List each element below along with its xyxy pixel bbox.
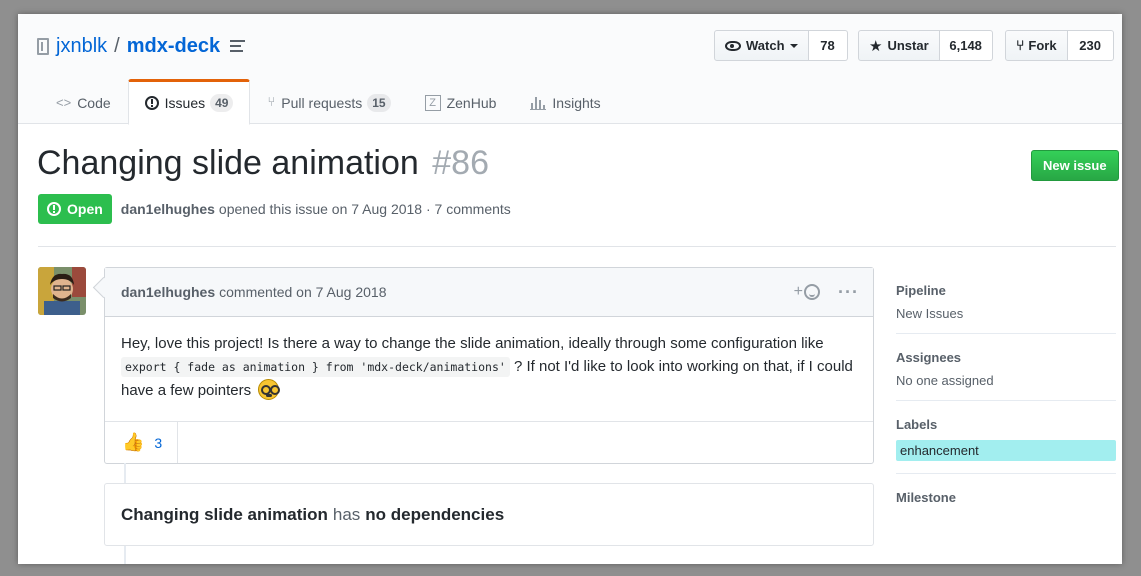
tab-insights[interactable]: Insights [513,79,617,124]
issue-sidebar: Pipeline New Issues Assignees No one ass… [896,267,1116,525]
watch-label: Watch [746,38,785,53]
pull-requests-counter: 15 [367,93,391,112]
star-group: ★ Unstar 6,148 [858,30,993,61]
fork-count[interactable]: 230 [1067,30,1114,61]
labels-heading: Labels [896,417,938,432]
tab-zenhub-label: ZenHub [446,94,497,111]
dependencies-title: Changing slide animation [121,504,328,524]
repo-header: jxnblk / mdx-deck Watch 78 ★ Unstar 6,14… [18,14,1122,125]
comment-actions: + ··· [794,283,859,301]
repo-icon [37,37,49,55]
eye-icon [725,40,741,51]
issue-meta-text: opened this issue on 7 Aug 2018 · 7 comm… [218,201,511,217]
comment-text-before: Hey, love this project! Is there a way t… [121,335,824,352]
milestone-heading: Milestone [896,490,956,505]
label-enhancement[interactable]: enhancement [896,440,1116,461]
sidebar-pipeline[interactable]: Pipeline New Issues [896,267,1116,334]
repo-owner-link[interactable]: jxnblk [56,35,107,58]
issue-title: Changing slide animation #86 [37,144,489,183]
browser-page: jxnblk / mdx-deck Watch 78 ★ Unstar 6,14… [18,14,1122,564]
kebab-menu-icon[interactable]: ··· [838,283,859,301]
repo-name-link[interactable]: mdx-deck [127,35,220,58]
pull-request-icon: ⑂ [267,95,276,110]
unstar-label: Unstar [887,38,929,53]
repo-title: jxnblk / mdx-deck [37,34,246,58]
code-icon: <> [56,95,72,110]
watch-count[interactable]: 78 [808,30,848,61]
tab-code-label: Code [77,94,111,111]
code-snippet: export { fade as animation } from 'mdx-d… [121,357,510,377]
dependencies-box: Changing slide animation has no dependen… [104,483,874,546]
add-reaction-button[interactable]: + [794,283,821,301]
issue-comment: dan1elhughes commented on 7 Aug 2018 + ·… [104,267,874,464]
reaction-count: 3 [154,434,163,451]
tab-issues[interactable]: Issues 49 [127,79,251,125]
tab-zenhub[interactable]: Z ZenHub [408,79,514,124]
tab-issues-label: Issues [164,95,206,111]
new-issue-button[interactable]: New issue [1031,150,1119,181]
comment-meta: commented on 7 Aug 2018 [219,284,387,300]
fork-group: ⑂ Fork 230 [1005,30,1114,61]
issue-opened-icon [47,202,61,216]
issue-opened-icon [144,96,159,110]
comment-author-link[interactable]: dan1elhughes [121,284,215,300]
status-badge: Open [38,194,112,224]
issues-counter: 49 [210,94,234,112]
issue-title-text: Changing slide animation [37,144,419,182]
fork-label: Fork [1028,38,1057,53]
star-count[interactable]: 6,148 [939,30,993,61]
tab-pull-requests[interactable]: ⑂ Pull requests 15 [250,79,407,124]
dependencies-status: no dependencies [365,504,505,524]
fork-button[interactable]: ⑂ Fork [1005,30,1068,61]
issue-author-link[interactable]: dan1elhughes [121,201,215,217]
thumbs-up-icon: 👍 [122,432,145,453]
tab-pull-requests-label: Pull requests [281,94,363,111]
hamburger-menu-icon[interactable] [230,40,246,52]
fork-icon: ⑂ [1016,37,1025,54]
pipeline-value: New Issues [896,306,964,321]
avatar[interactable] [38,267,86,315]
pipeline-heading: Pipeline [896,283,946,298]
repo-separator: / [114,34,120,57]
assignees-value: No one assigned [896,373,994,388]
issue-meta: Open dan1elhughes opened this issue on 7… [38,194,511,224]
watch-group: Watch 78 [714,30,848,61]
unstar-button[interactable]: ★ Unstar [858,30,940,61]
sidebar-milestone[interactable]: Milestone [896,474,1116,525]
graph-icon [530,96,547,110]
tab-code[interactable]: <> Code [39,79,128,124]
watch-button[interactable]: Watch [714,30,809,61]
nerd-face-icon [258,379,281,400]
dependencies-has: has [332,504,361,524]
smiley-icon [804,284,821,300]
status-label: Open [67,201,103,217]
header-divider [38,246,1116,247]
tab-insights-label: Insights [552,94,601,111]
zenhub-icon: Z [424,94,441,111]
repo-nav: <> Code Issues 49 ⑂ Pull requests 15 Z Z… [39,79,618,125]
comment-body: Hey, love this project! Is there a way t… [105,317,873,421]
thumbs-up-reaction[interactable]: 👍 3 [105,422,179,463]
star-icon: ★ [869,37,883,55]
issue-number: #86 [432,144,489,182]
reactions-bar: 👍 3 [105,421,873,463]
sidebar-labels[interactable]: Labels enhancement [896,401,1116,474]
comment-header: dan1elhughes commented on 7 Aug 2018 + ·… [105,268,873,317]
sidebar-assignees[interactable]: Assignees No one assigned [896,334,1116,401]
assignees-heading: Assignees [896,350,962,365]
caret-down-icon [789,43,798,48]
